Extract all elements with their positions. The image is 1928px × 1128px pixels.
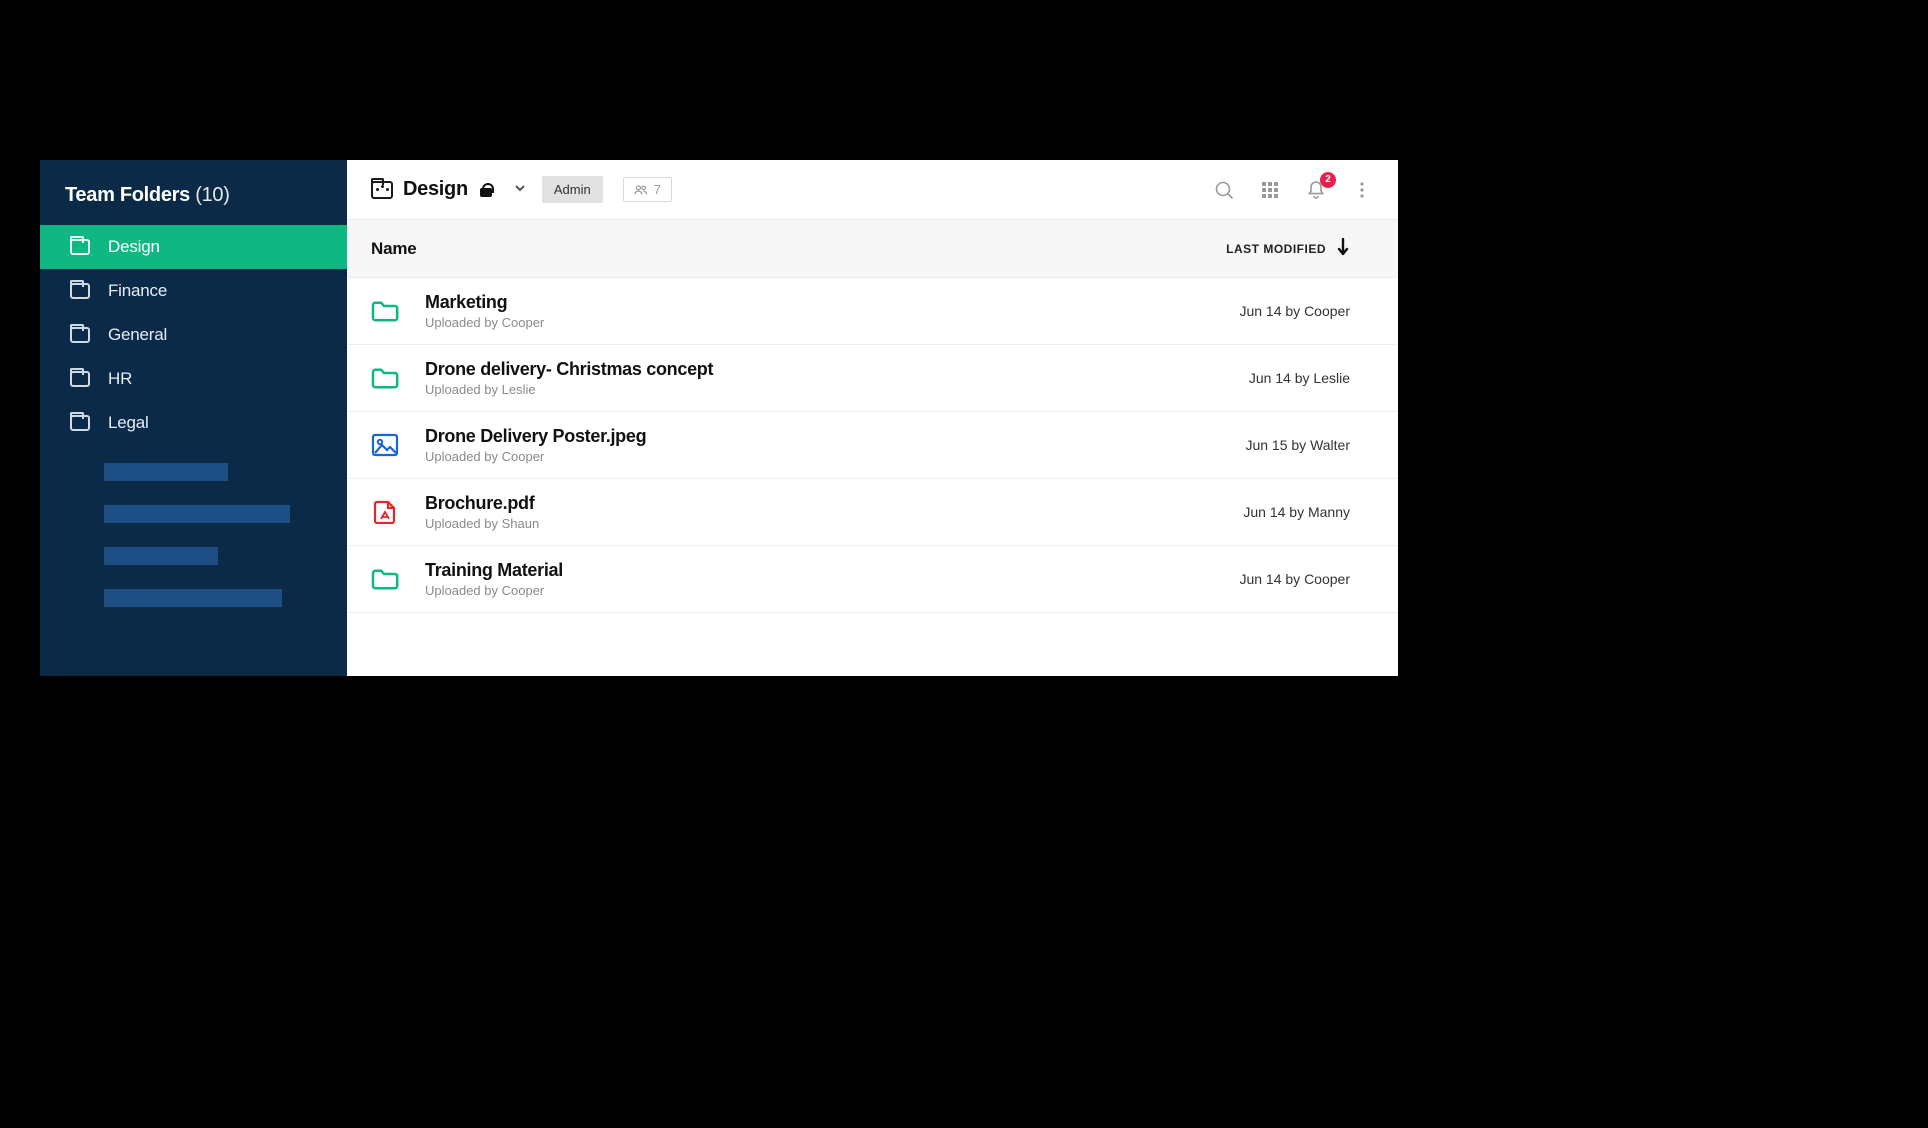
- folder-icon: [70, 415, 90, 431]
- sidebar-item-label: Legal: [108, 413, 149, 433]
- list-item-title: Training Material: [425, 560, 1239, 581]
- lock-icon: [480, 183, 492, 197]
- sidebar-title-text: Team Folders: [65, 184, 190, 206]
- sidebar-item-label: HR: [108, 369, 132, 389]
- skeleton-bar: [104, 589, 282, 607]
- folder-icon: [371, 366, 399, 390]
- file-list: MarketingUploaded by CooperJun 14 by Coo…: [347, 278, 1398, 676]
- list-item-modified: Jun 14 by Cooper: [1239, 571, 1350, 587]
- list-item-text: Brochure.pdf Uploaded by Shaun: [425, 493, 1243, 531]
- topbar: Design Admin 7: [347, 160, 1398, 220]
- skeleton-bar: [104, 463, 228, 481]
- list-item-text: Drone delivery- Christmas concept Uploade…: [425, 359, 1249, 397]
- list-item-modified: Jun 14 by Manny: [1243, 504, 1350, 520]
- list-item[interactable]: Drone Delivery Poster.jpeg Uploaded by Co…: [347, 412, 1398, 479]
- list-item-subtitle: Uploaded by Leslie: [425, 382, 1249, 397]
- people-icon: [634, 184, 648, 196]
- folder-icon: [70, 239, 90, 255]
- list-item-subtitle: Uploaded by Cooper: [425, 449, 1245, 464]
- sidebar-folder-list: Design Finance General HR Legal: [40, 225, 347, 445]
- list-item-subtitle: Uploaded by Shaun: [425, 516, 1243, 531]
- folder-icon: [70, 327, 90, 343]
- sidebar-item-design[interactable]: Design: [40, 225, 347, 269]
- folder-menu-chevron-icon[interactable]: [514, 181, 526, 199]
- apps-grid-icon[interactable]: [1252, 176, 1288, 204]
- list-item-text: Drone Delivery Poster.jpeg Uploaded by Co…: [425, 426, 1245, 464]
- list-item-title: Marketing: [425, 292, 1239, 313]
- folder-icon: [371, 567, 399, 591]
- main-panel: Design Admin 7: [347, 160, 1398, 676]
- list-item[interactable]: Marketing Uploaded by CooperJun 14 by Coo…: [347, 278, 1398, 345]
- list-item-title: Brochure.pdf: [425, 493, 1243, 514]
- breadcrumb-folder-name: Design: [403, 178, 468, 201]
- list-item[interactable]: Training Material Uploaded by CooperJun 1…: [347, 546, 1398, 613]
- notifications-badge: 2: [1320, 172, 1336, 188]
- list-item-text: Training Material Uploaded by Cooper: [425, 560, 1239, 598]
- folder-icon: [371, 299, 399, 323]
- skeleton-bar: [104, 505, 290, 523]
- sort-descending-icon: [1336, 238, 1350, 259]
- sidebar-item-legal[interactable]: Legal: [40, 401, 347, 445]
- app-window: Team Folders (10) Design Finance General HR…: [40, 160, 1398, 676]
- list-item-title: Drone delivery- Christmas concept: [425, 359, 1249, 380]
- column-header-last-modified[interactable]: LAST MODIFIED: [1226, 238, 1350, 259]
- sidebar: Team Folders (10) Design Finance General HR…: [40, 160, 347, 676]
- notifications-bell-icon[interactable]: 2: [1298, 176, 1334, 204]
- list-item[interactable]: Drone delivery- Christmas concept Uploade…: [347, 345, 1398, 412]
- sidebar-item-label: General: [108, 325, 167, 345]
- sidebar-count: (10): [195, 184, 229, 206]
- list-item-subtitle: Uploaded by Cooper: [425, 583, 1239, 598]
- list-item-title: Drone Delivery Poster.jpeg: [425, 426, 1245, 447]
- folder-icon: [70, 283, 90, 299]
- sidebar-item-hr[interactable]: HR: [40, 357, 347, 401]
- sidebar-item-label: Finance: [108, 281, 167, 301]
- team-folder-icon: [371, 181, 393, 199]
- sidebar-item-general[interactable]: General: [40, 313, 347, 357]
- members-badge[interactable]: 7: [623, 177, 672, 202]
- list-item-modified: Jun 15 by Walter: [1245, 437, 1350, 453]
- list-item-modified: Jun 14 by Cooper: [1239, 303, 1350, 319]
- sidebar-title: Team Folders (10): [40, 160, 347, 225]
- role-badge[interactable]: Admin: [542, 176, 603, 203]
- folder-icon: [70, 371, 90, 387]
- list-item[interactable]: Brochure.pdf Uploaded by ShaunJun 14 by M…: [347, 479, 1398, 546]
- list-item-modified: Jun 14 by Leslie: [1249, 370, 1350, 386]
- more-menu-icon[interactable]: [1344, 176, 1380, 204]
- list-header: Name LAST MODIFIED: [347, 220, 1398, 278]
- image-file-icon: [371, 433, 399, 457]
- sidebar-skeleton-group: [40, 445, 347, 607]
- column-header-name[interactable]: Name: [371, 239, 417, 259]
- members-count: 7: [654, 182, 661, 197]
- list-item-subtitle: Uploaded by Cooper: [425, 315, 1239, 330]
- search-icon[interactable]: [1206, 176, 1242, 204]
- pdf-file-icon: [371, 500, 399, 524]
- sidebar-item-label: Design: [108, 237, 160, 257]
- column-header-last-modified-label: LAST MODIFIED: [1226, 242, 1326, 256]
- skeleton-bar: [104, 547, 218, 565]
- list-item-text: Marketing Uploaded by Cooper: [425, 292, 1239, 330]
- sidebar-item-finance[interactable]: Finance: [40, 269, 347, 313]
